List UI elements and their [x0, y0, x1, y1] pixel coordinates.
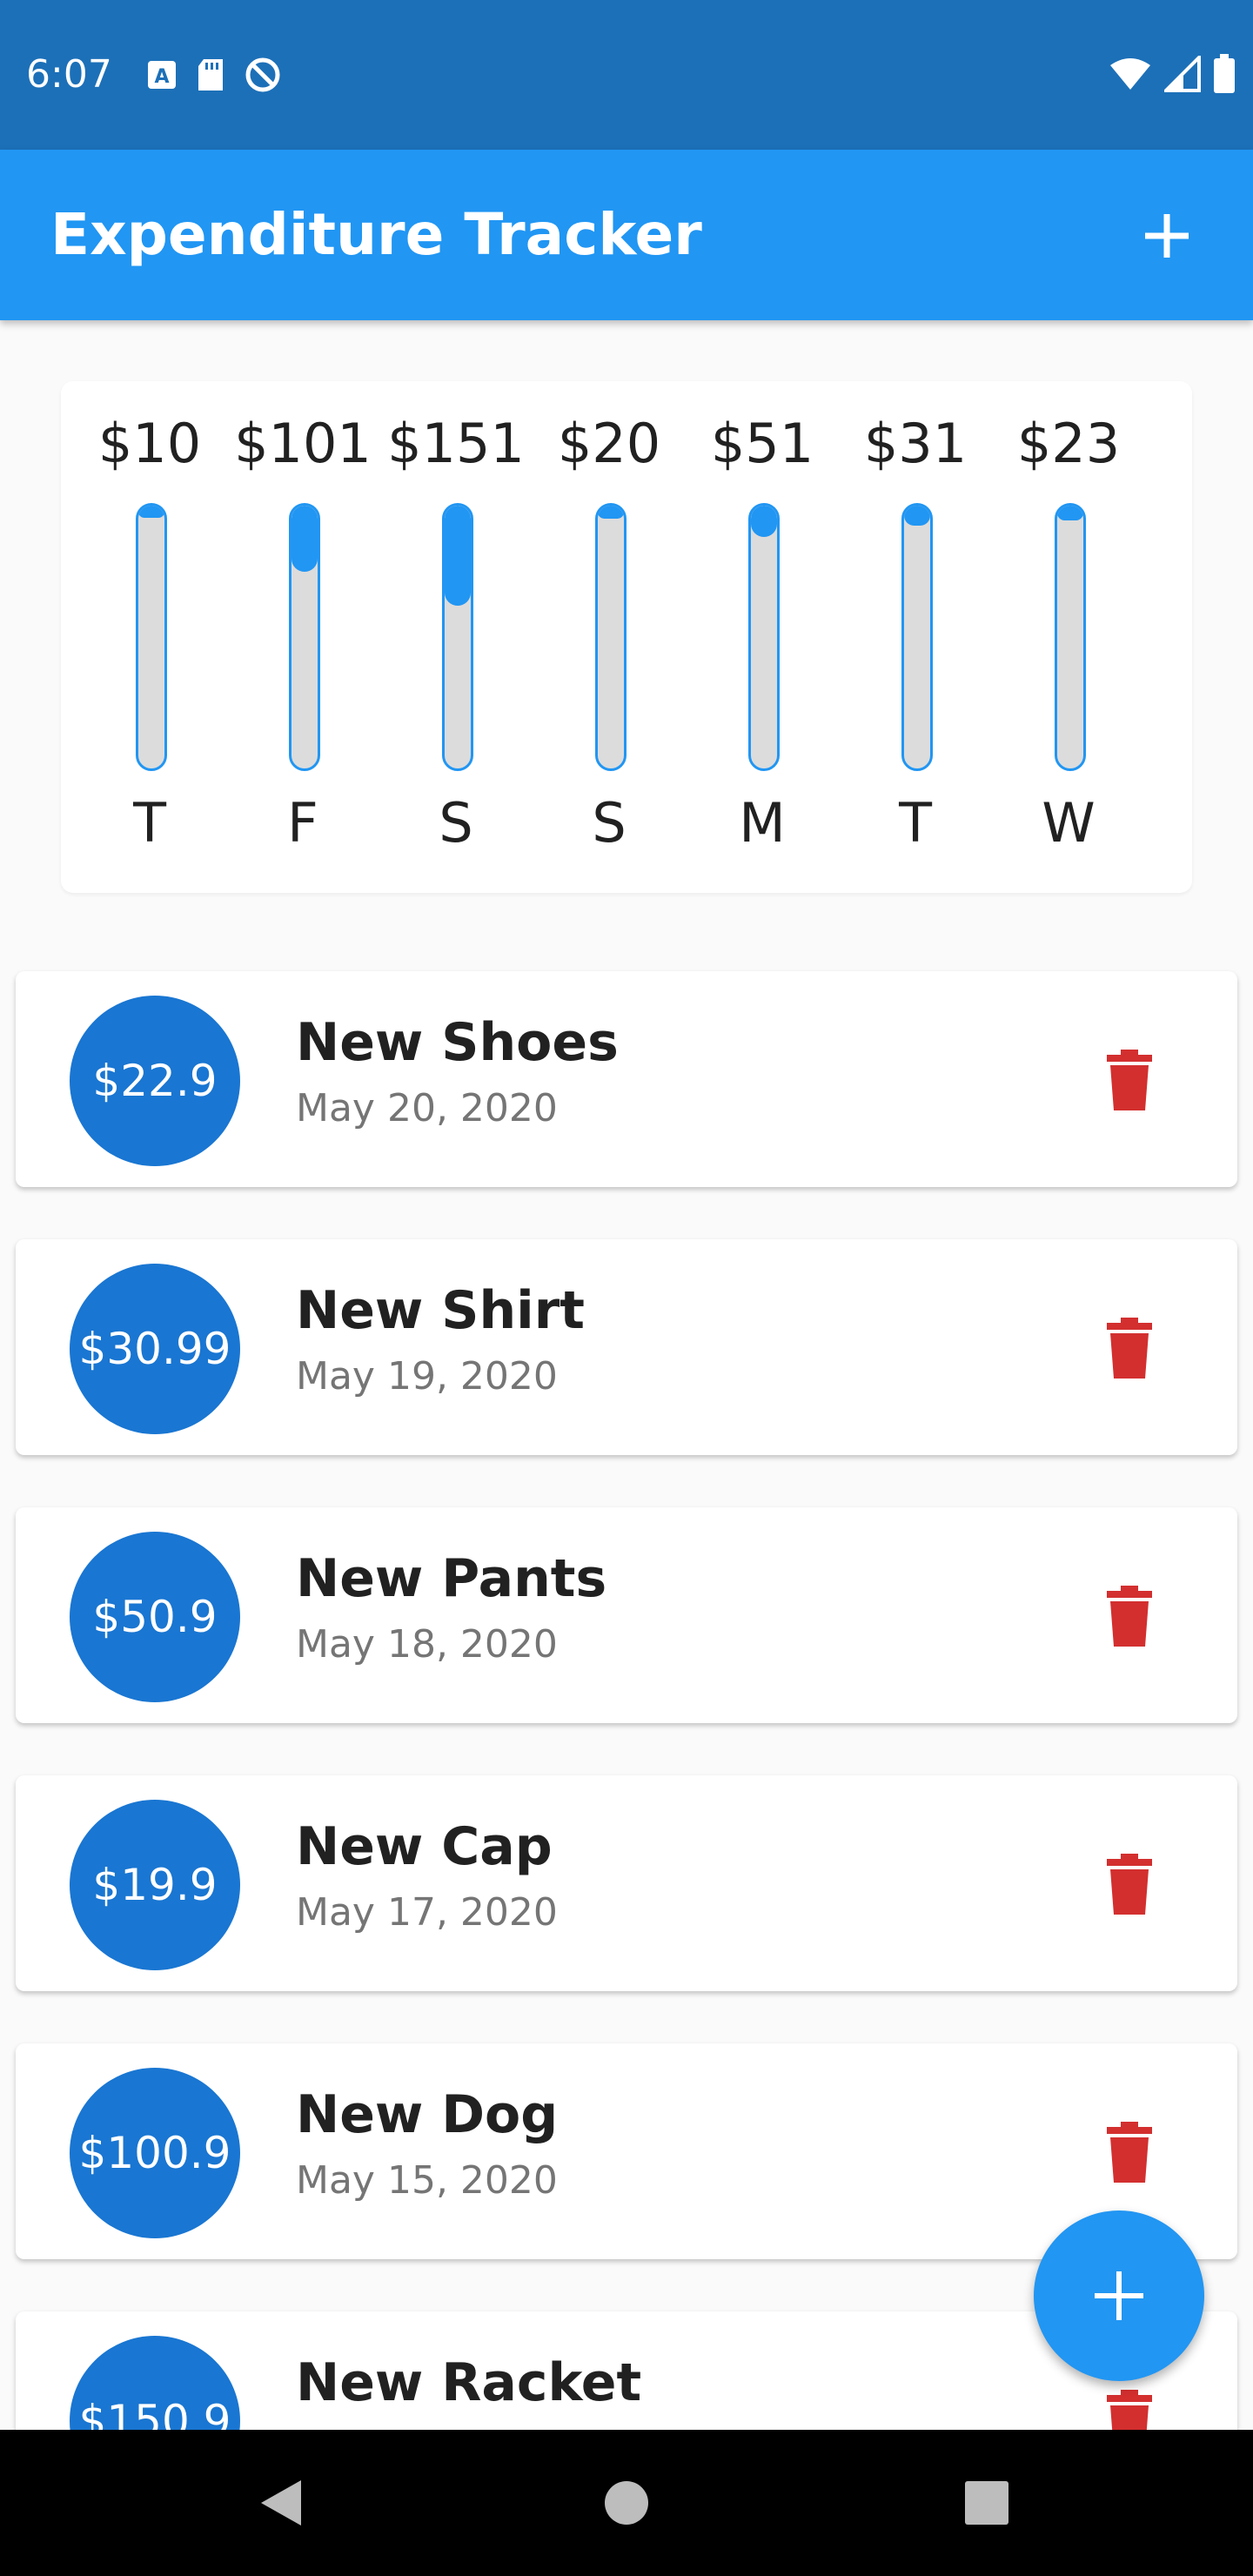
battery-icon [1214, 54, 1235, 93]
transaction-amount: $30.99 [70, 1264, 240, 1434]
chart-bar-fill [751, 506, 777, 538]
chart-bar-fill [904, 506, 930, 527]
transaction-date: May 20, 2020 [296, 1086, 558, 1130]
transaction-date: May 17, 2020 [296, 1890, 558, 1935]
chart-amount-label: $20 [557, 412, 661, 475]
chart-bar-track [1055, 503, 1086, 771]
add-icon[interactable] [1128, 197, 1206, 275]
add-transaction-fab[interactable] [1034, 2210, 1204, 2381]
chart-bar-track [748, 503, 780, 771]
transaction-date: May 15, 2020 [296, 2158, 558, 2203]
app-title: Expenditure Tracker [50, 201, 702, 268]
svg-text:A: A [154, 66, 169, 88]
transaction-title: New Shirt [296, 1280, 585, 1341]
transaction-amount: $19.9 [70, 1800, 240, 1970]
chart-bar-fill [445, 506, 471, 606]
chart-bar-column: $23 W [992, 381, 1145, 893]
chart-day-label: W [1042, 791, 1096, 855]
chart-bar-track [289, 503, 320, 771]
chart-bar-column: $101 F [226, 381, 379, 893]
transaction-title: New Pants [296, 1548, 607, 1609]
transaction-amount: $50.9 [70, 1532, 240, 1702]
chart-bar-fill [291, 506, 318, 572]
wifi-icon [1110, 58, 1150, 90]
transaction-item: $30.99 New Shirt May 19, 2020 [16, 1239, 1237, 1455]
status-notification-icons: A [146, 56, 282, 94]
home-icon[interactable] [574, 2430, 679, 2576]
recents-icon[interactable] [935, 2430, 1039, 2576]
transaction-amount: $22.9 [70, 996, 240, 1166]
transaction-amount: $100.9 [70, 2068, 240, 2238]
sd-card-icon [198, 59, 223, 91]
chart-day-label: T [899, 791, 932, 855]
chart-bar-column: $51 M [686, 381, 839, 893]
transaction-item: $22.9 New Shoes May 20, 2020 [16, 971, 1237, 1187]
chart-amount-label: $31 [863, 412, 968, 475]
chart-bar-fill [598, 506, 624, 520]
chart-amount-label: $51 [710, 412, 814, 475]
app-bar: Expenditure Tracker [0, 150, 1253, 320]
chart-day-label: M [739, 791, 786, 855]
chart-bar-track [901, 503, 933, 771]
chart-bar-fill [1057, 506, 1083, 521]
signal-icon [1164, 56, 1201, 92]
chart-bar-track [136, 503, 167, 771]
chart-bar-fill [138, 506, 164, 518]
transaction-item: $100.9 New Dog May 15, 2020 [16, 2043, 1237, 2259]
chart-bar-track [595, 503, 626, 771]
delete-icon[interactable] [1105, 1854, 1154, 1915]
delete-icon[interactable] [1105, 1586, 1154, 1647]
chart-bar-track [442, 503, 473, 771]
status-time: 6:07 [26, 52, 112, 97]
transaction-date: May 18, 2020 [296, 1622, 558, 1667]
chart-bar-column: $151 S [379, 381, 533, 893]
back-icon[interactable] [228, 2430, 332, 2576]
transaction-title: New Dog [296, 2084, 559, 2145]
status-system-icons [1109, 54, 1236, 94]
chart-amount-label: $10 [97, 412, 202, 475]
chart-amount-label: $23 [1016, 412, 1121, 475]
chart-day-label: S [592, 791, 626, 855]
transaction-title: New Racket [296, 2352, 642, 2413]
chart-amount-label: $151 [387, 412, 525, 475]
chart-day-label: F [287, 791, 318, 855]
transaction-item: $50.9 New Pants May 18, 2020 [16, 1507, 1237, 1723]
delete-icon[interactable] [1105, 1050, 1154, 1110]
transaction-title: New Cap [296, 1816, 553, 1877]
chart-day-label: S [439, 791, 473, 855]
system-navigation-bar [0, 2430, 1253, 2576]
chart-day-label: T [133, 791, 166, 855]
chart-bar-column: $20 S [533, 381, 686, 893]
chart-bar-column: $10 T [73, 381, 226, 893]
status-bar: 6:07 A [0, 0, 1253, 150]
add-icon [1095, 2271, 1143, 2320]
transaction-item: $19.9 New Cap May 17, 2020 [16, 1775, 1237, 1991]
chart-amount-label: $101 [234, 412, 372, 475]
transaction-date: May 19, 2020 [296, 1354, 558, 1399]
delete-icon[interactable] [1105, 2122, 1154, 2183]
chart-bar-column: $31 T [839, 381, 992, 893]
transaction-title: New Shoes [296, 1012, 619, 1073]
delete-icon[interactable] [1105, 1318, 1154, 1379]
sync-disabled-icon [245, 57, 280, 92]
keyboard-a-icon: A [148, 61, 176, 89]
weekly-spending-chart: $10 T $101 F $151 S $20 S $51 M $31 T $23 W [61, 381, 1192, 893]
